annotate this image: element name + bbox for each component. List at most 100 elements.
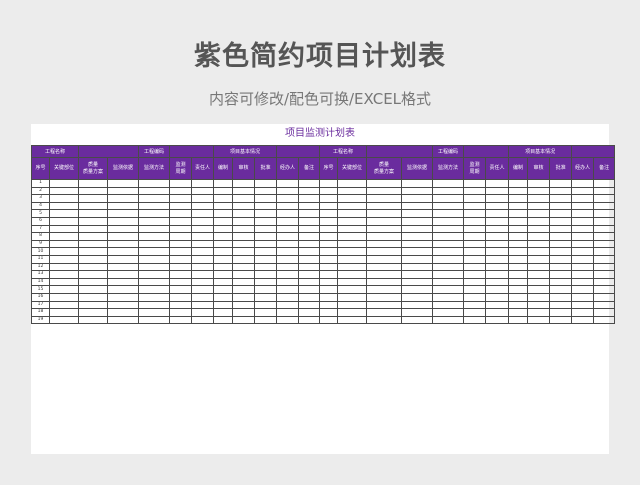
table-cell[interactable] bbox=[463, 232, 487, 241]
table-cell[interactable] bbox=[485, 315, 510, 325]
table-cell[interactable] bbox=[337, 179, 368, 188]
table-cell[interactable] bbox=[485, 232, 510, 241]
table-cell[interactable] bbox=[213, 308, 234, 317]
table-cell[interactable] bbox=[319, 277, 339, 287]
table-cell[interactable] bbox=[401, 179, 434, 188]
row-number-cell[interactable]: 6 bbox=[31, 216, 50, 226]
table-cell[interactable] bbox=[401, 209, 434, 218]
table-cell[interactable] bbox=[485, 186, 510, 196]
table-cell[interactable] bbox=[508, 254, 529, 264]
table-cell[interactable] bbox=[463, 247, 487, 256]
table-cell[interactable] bbox=[254, 270, 278, 279]
table-cell[interactable] bbox=[401, 232, 434, 241]
table-cell[interactable] bbox=[593, 308, 616, 317]
table-cell[interactable] bbox=[571, 285, 595, 294]
table-cell[interactable] bbox=[191, 239, 215, 249]
table-cell[interactable] bbox=[549, 308, 573, 317]
table-cell[interactable] bbox=[107, 232, 140, 241]
table-cell[interactable] bbox=[593, 239, 616, 249]
table-cell[interactable] bbox=[254, 179, 278, 188]
table-cell[interactable] bbox=[213, 179, 234, 188]
table-cell[interactable] bbox=[213, 201, 234, 211]
table-cell[interactable] bbox=[549, 270, 573, 279]
table-cell[interactable] bbox=[191, 224, 215, 234]
table-cell[interactable] bbox=[432, 186, 465, 196]
table-cell[interactable] bbox=[319, 262, 339, 272]
row-number-cell[interactable]: 11 bbox=[31, 254, 50, 264]
table-cell[interactable] bbox=[508, 292, 529, 302]
table-cell[interactable] bbox=[298, 254, 321, 264]
table-cell[interactable] bbox=[78, 285, 109, 294]
table-cell[interactable] bbox=[527, 186, 551, 196]
table-cell[interactable] bbox=[593, 300, 616, 310]
table-cell[interactable] bbox=[571, 209, 595, 218]
table-cell[interactable] bbox=[508, 201, 529, 211]
table-cell[interactable] bbox=[276, 308, 300, 317]
table-cell[interactable] bbox=[138, 315, 171, 325]
table-cell[interactable] bbox=[169, 277, 193, 287]
table-cell[interactable] bbox=[571, 292, 595, 302]
table-cell[interactable] bbox=[508, 247, 529, 256]
table-cell[interactable] bbox=[213, 254, 234, 264]
table-cell[interactable] bbox=[48, 292, 80, 302]
table-cell[interactable] bbox=[508, 179, 529, 188]
table-cell[interactable] bbox=[432, 232, 465, 241]
table-cell[interactable] bbox=[298, 247, 321, 256]
table-cell[interactable] bbox=[298, 315, 321, 325]
table-cell[interactable] bbox=[191, 179, 215, 188]
table-cell[interactable] bbox=[254, 216, 278, 226]
table-cell[interactable] bbox=[78, 277, 109, 287]
table-cell[interactable] bbox=[138, 201, 171, 211]
table-cell[interactable] bbox=[276, 224, 300, 234]
table-cell[interactable] bbox=[485, 209, 510, 218]
table-cell[interactable] bbox=[319, 308, 339, 317]
table-cell[interactable] bbox=[276, 300, 300, 310]
table-cell[interactable] bbox=[138, 216, 171, 226]
table-cell[interactable] bbox=[107, 254, 140, 264]
row-number-cell[interactable]: 13 bbox=[31, 270, 50, 279]
table-cell[interactable] bbox=[508, 194, 529, 203]
table-cell[interactable] bbox=[48, 224, 80, 234]
table-cell[interactable] bbox=[276, 277, 300, 287]
table-cell[interactable] bbox=[254, 254, 278, 264]
table-cell[interactable] bbox=[337, 247, 368, 256]
table-cell[interactable] bbox=[276, 186, 300, 196]
table-cell[interactable] bbox=[213, 194, 234, 203]
table-cell[interactable] bbox=[213, 216, 234, 226]
table-cell[interactable] bbox=[527, 262, 551, 272]
table-cell[interactable] bbox=[213, 270, 234, 279]
table-cell[interactable] bbox=[213, 277, 234, 287]
table-cell[interactable] bbox=[48, 247, 80, 256]
table-cell[interactable] bbox=[527, 308, 551, 317]
table-cell[interactable] bbox=[508, 315, 529, 325]
table-cell[interactable] bbox=[508, 300, 529, 310]
table-cell[interactable] bbox=[191, 300, 215, 310]
table-cell[interactable] bbox=[254, 300, 278, 310]
table-cell[interactable] bbox=[298, 300, 321, 310]
row-number-cell[interactable]: 1 bbox=[31, 179, 50, 188]
row-number-cell[interactable]: 18 bbox=[31, 308, 50, 317]
table-cell[interactable] bbox=[549, 209, 573, 218]
table-cell[interactable] bbox=[485, 262, 510, 272]
table-cell[interactable] bbox=[48, 285, 80, 294]
table-cell[interactable] bbox=[549, 186, 573, 196]
table-cell[interactable] bbox=[366, 308, 403, 317]
table-cell[interactable] bbox=[401, 308, 434, 317]
table-cell[interactable] bbox=[169, 201, 193, 211]
table-cell[interactable] bbox=[107, 194, 140, 203]
table-cell[interactable] bbox=[549, 285, 573, 294]
table-cell[interactable] bbox=[571, 315, 595, 325]
table-cell[interactable] bbox=[527, 247, 551, 256]
table-cell[interactable] bbox=[169, 315, 193, 325]
table-cell[interactable] bbox=[138, 300, 171, 310]
table-cell[interactable] bbox=[78, 270, 109, 279]
table-cell[interactable] bbox=[319, 216, 339, 226]
table-cell[interactable] bbox=[319, 292, 339, 302]
table-cell[interactable] bbox=[366, 232, 403, 241]
table-cell[interactable] bbox=[169, 308, 193, 317]
table-cell[interactable] bbox=[213, 300, 234, 310]
table-cell[interactable] bbox=[366, 300, 403, 310]
table-cell[interactable] bbox=[549, 262, 573, 272]
table-cell[interactable] bbox=[508, 277, 529, 287]
table-cell[interactable] bbox=[298, 285, 321, 294]
